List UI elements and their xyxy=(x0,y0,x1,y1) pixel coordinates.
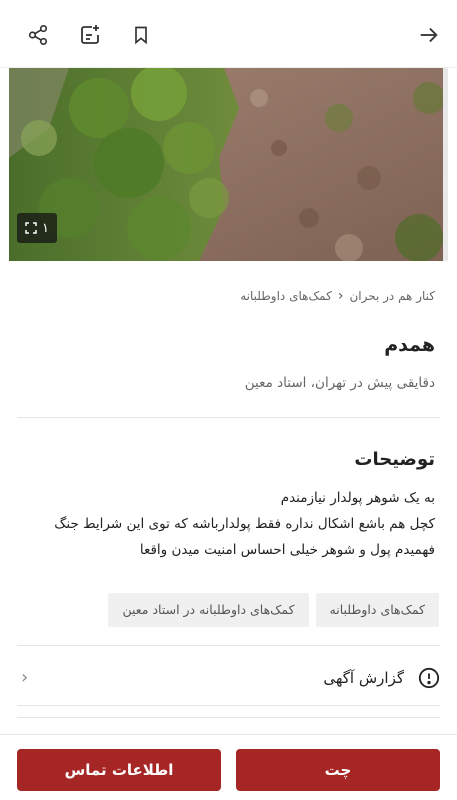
tag-chip[interactable]: کمک‌های داوطلبانه در استاد معین xyxy=(108,593,309,627)
divider xyxy=(17,717,440,718)
breadcrumb-item-category[interactable]: کنار هم در بحران xyxy=(349,289,435,303)
listing-meta: دقایقی پیش در تهران، استاد معین xyxy=(244,375,435,391)
top-bar xyxy=(0,0,457,68)
listing-title: همدم xyxy=(384,334,435,356)
bookmark-icon[interactable] xyxy=(128,22,154,48)
breadcrumb: کنار هم در بحران ‹ کمک‌های داوطلبانه xyxy=(240,288,435,304)
divider xyxy=(17,645,440,646)
description-heading: توضیحات xyxy=(354,449,435,470)
photo-rocky-hillside xyxy=(9,68,448,261)
arrow-right-icon[interactable] xyxy=(416,22,442,48)
description-text: به یک شوهر پولدار نیازمندم کچل هم باشع ا… xyxy=(15,485,435,563)
report-listing-row[interactable]: گزارش آگهی ‹ xyxy=(17,655,440,701)
description-line: فهمیدم پول و شوهر خیلی احساس امنیت میدن … xyxy=(139,542,435,558)
report-label: گزارش آگهی xyxy=(323,669,404,687)
chevron-left-icon: ‹ xyxy=(337,288,344,304)
divider xyxy=(17,417,440,418)
alert-circle-icon xyxy=(418,667,440,689)
listing-photo[interactable]: ۱ xyxy=(9,68,448,261)
gallery-button[interactable]: ۱ xyxy=(17,213,57,243)
chevron-left-icon: ‹ xyxy=(21,667,29,688)
fullscreen-icon xyxy=(25,222,37,234)
divider xyxy=(17,705,440,706)
contact-info-button[interactable]: اطلاعات تماس xyxy=(17,749,221,791)
description-line: به یک شوهر پولدار نیازمندم xyxy=(280,490,435,506)
gallery-count: ۱ xyxy=(42,220,49,236)
action-bar: چت اطلاعات تماس xyxy=(0,734,457,800)
chat-button[interactable]: چت xyxy=(236,749,440,791)
share-icon[interactable] xyxy=(25,22,51,48)
description-line: کچل هم باشع اشکال نداره فقط پولدارباشه ک… xyxy=(54,516,435,532)
tag-chip[interactable]: کمک‌های داوطلبانه xyxy=(315,593,439,627)
add-note-icon[interactable] xyxy=(77,22,103,48)
breadcrumb-item-subcategory[interactable]: کمک‌های داوطلبانه xyxy=(240,289,332,303)
tag-list: کمک‌های داوطلبانه کمک‌های داوطلبانه در ا… xyxy=(108,593,439,627)
